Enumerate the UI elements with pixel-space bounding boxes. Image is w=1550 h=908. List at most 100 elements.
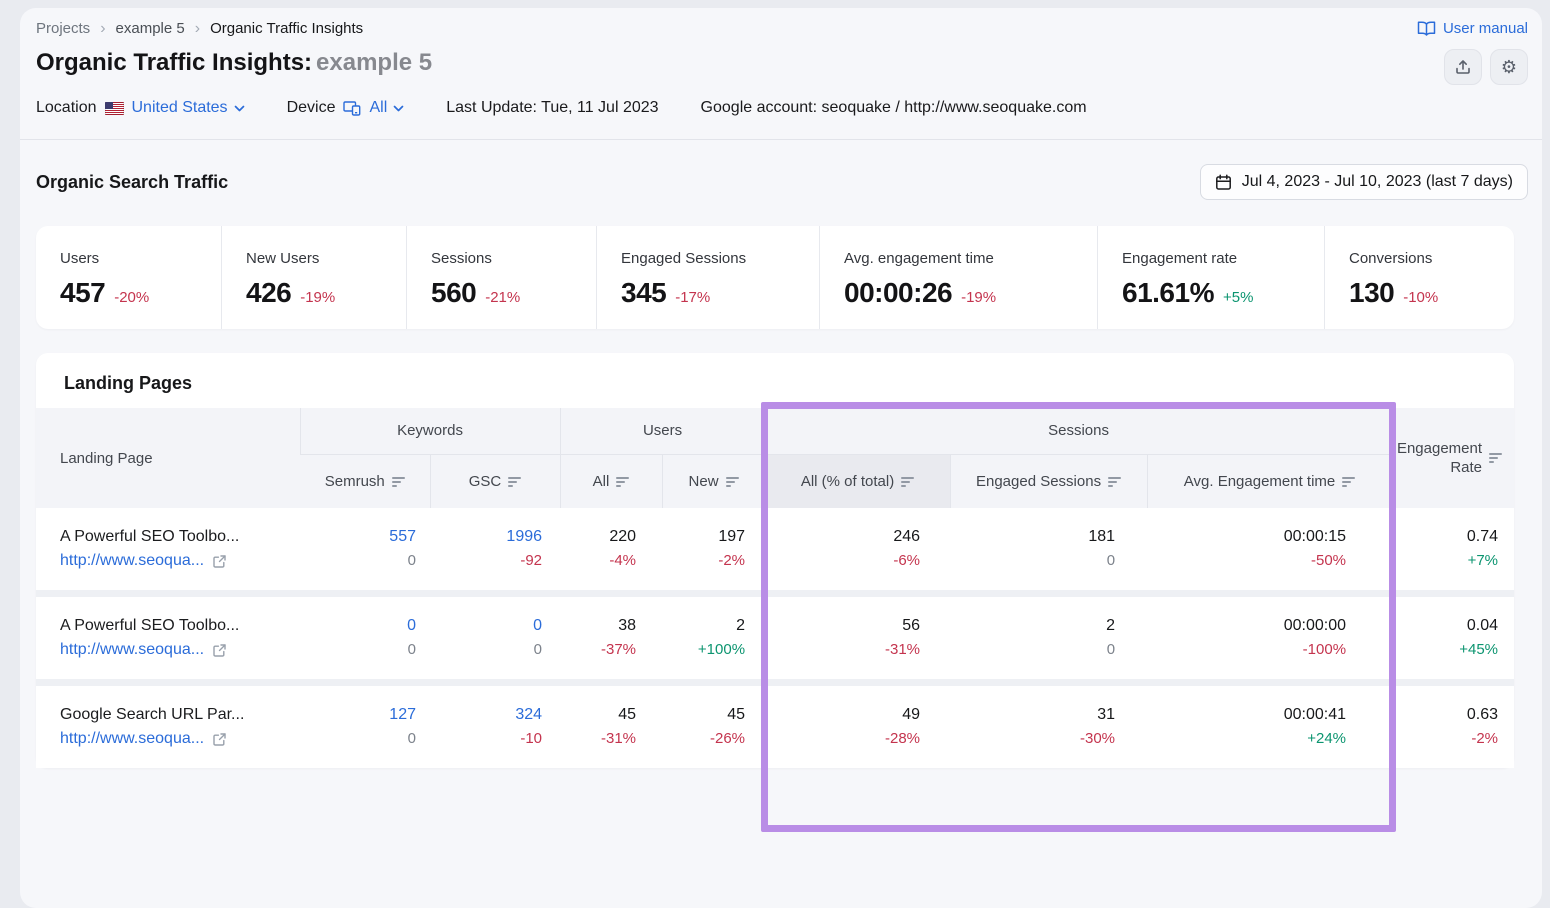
metric-new-users: New Users 426-19% (221, 226, 406, 329)
breadcrumb-separator-icon: › (195, 21, 200, 37)
sort-icon (392, 477, 405, 487)
column-group-keywords: Keywords (300, 408, 560, 454)
external-link-icon[interactable] (213, 555, 226, 568)
cell-users-new: 197-2% (662, 508, 765, 594)
column-header-engaged-sessions[interactable]: Engaged Sessions (950, 454, 1147, 508)
filters-bar: Location United States Device All (36, 99, 1528, 139)
cell-landing-page: Google Search URL Par... http://www.seoq… (36, 683, 300, 769)
location-filter[interactable]: Location United States (36, 99, 245, 117)
landing-page-url-link[interactable]: http://www.seoqua... (60, 549, 204, 573)
location-value: United States (132, 99, 228, 117)
cell-users-new: 45-26% (662, 683, 765, 769)
cell-engaged-sessions: 1810 (950, 508, 1147, 594)
column-header-avg-engagement-time[interactable]: Avg. Engagement time (1147, 454, 1392, 508)
user-manual-label: User manual (1443, 20, 1528, 37)
metric-value: 61.61% (1122, 277, 1214, 309)
metric-delta: +5% (1223, 289, 1253, 306)
metric-delta: -10% (1403, 289, 1438, 306)
metric-engaged-sessions: Engaged Sessions 345-17% (596, 226, 819, 329)
cell-avg-engagement-time: 00:00:15-50% (1147, 508, 1392, 594)
cell-avg-engagement-time: 00:00:41+24% (1147, 683, 1392, 769)
landing-pages-table: Landing Page Keywords Users Sessions Eng… (36, 408, 1514, 768)
export-icon (1455, 59, 1471, 75)
cell-engaged-sessions: 31-30% (950, 683, 1147, 769)
metric-value: 345 (621, 277, 666, 309)
metric-delta: -19% (961, 289, 996, 306)
export-button[interactable] (1444, 49, 1482, 85)
metric-engagement-rate: Engagement rate 61.61%+5% (1097, 226, 1324, 329)
external-link-icon[interactable] (213, 733, 226, 746)
landing-page-title: A Powerful SEO Toolbo... (60, 614, 300, 638)
main-card: Projects › example 5 › Organic Traffic I… (20, 8, 1542, 908)
chevron-down-icon (234, 105, 245, 112)
date-range-label: Jul 4, 2023 - Jul 10, 2023 (last 7 days) (1242, 173, 1513, 191)
column-header-landing-page: Landing Page (36, 408, 300, 508)
cell-landing-page: A Powerful SEO Toolbo... http://www.seoq… (36, 594, 300, 683)
metric-avg-engagement-time: Avg. engagement time 00:00:26-19% (819, 226, 1097, 329)
cell-gsc-keywords: 324-10 (430, 683, 560, 769)
sort-icon (616, 477, 629, 487)
device-filter[interactable]: Device All (287, 99, 405, 117)
page-header: Projects › example 5 › Organic Traffic I… (36, 8, 1528, 139)
book-icon (1417, 21, 1436, 36)
column-header-users-new[interactable]: New (662, 454, 765, 508)
landing-page-title: Google Search URL Par... (60, 703, 300, 727)
metric-value: 130 (1349, 277, 1394, 309)
external-link-icon[interactable] (213, 644, 226, 657)
sort-icon (901, 477, 914, 487)
user-manual-link[interactable]: User manual (1417, 20, 1528, 37)
metrics-card: Users 457-20% New Users 426-19% Sessions… (36, 226, 1514, 329)
landing-page-url-link[interactable]: http://www.seoqua... (60, 727, 204, 751)
landing-page-title: A Powerful SEO Toolbo... (60, 525, 300, 549)
breadcrumb-projects[interactable]: Projects (36, 20, 90, 37)
sort-icon (1108, 477, 1121, 487)
metric-value: 560 (431, 277, 476, 309)
sort-icon (726, 477, 739, 487)
project-name: example 5 (316, 49, 432, 76)
metric-delta: -20% (114, 289, 149, 306)
cell-engagement-rate: 0.74+7% (1392, 508, 1514, 594)
landing-page-url-link[interactable]: http://www.seoqua... (60, 638, 204, 662)
cell-users-all: 45-31% (560, 683, 662, 769)
sort-icon (1489, 453, 1502, 463)
column-header-gsc[interactable]: GSC (430, 454, 560, 508)
breadcrumb-separator-icon: › (100, 21, 105, 37)
cell-sessions-all: 56-31% (765, 594, 950, 683)
cell-sessions-all: 49-28% (765, 683, 950, 769)
column-header-semrush[interactable]: Semrush (300, 454, 430, 508)
page-title: Organic Traffic Insights:example 5 (36, 49, 432, 77)
landing-pages-card: Landing Pages Landing Page Keywords User… (36, 353, 1514, 768)
us-flag-icon (105, 102, 124, 115)
column-header-engagement-rate[interactable]: Engagement Rate (1392, 408, 1514, 508)
breadcrumb-current: Organic Traffic Insights (210, 20, 363, 37)
cell-landing-page: A Powerful SEO Toolbo... http://www.seoq… (36, 508, 300, 594)
chevron-down-icon (393, 105, 404, 112)
cell-gsc-keywords: 1996-92 (430, 508, 560, 594)
cell-avg-engagement-time: 00:00:00-100% (1147, 594, 1392, 683)
location-label: Location (36, 99, 97, 117)
metric-users: Users 457-20% (36, 226, 221, 329)
metric-value: 00:00:26 (844, 277, 952, 309)
column-header-sessions-all[interactable]: All (% of total) (765, 454, 950, 508)
settings-button[interactable]: ⚙ (1490, 49, 1528, 85)
table-row: Google Search URL Par... http://www.seoq… (36, 683, 1514, 769)
cell-sessions-all: 246-6% (765, 508, 950, 594)
metric-sessions: Sessions 560-21% (406, 226, 596, 329)
cell-users-new: 2+100% (662, 594, 765, 683)
metric-delta: -19% (300, 289, 335, 306)
column-header-users-all[interactable]: All (560, 454, 662, 508)
cell-gsc-keywords: 00 (430, 594, 560, 683)
cell-engaged-sessions: 20 (950, 594, 1147, 683)
header-divider (20, 139, 1542, 140)
breadcrumb: Projects › example 5 › Organic Traffic I… (36, 20, 363, 37)
breadcrumb-project[interactable]: example 5 (116, 20, 185, 37)
date-range-button[interactable]: Jul 4, 2023 - Jul 10, 2023 (last 7 days) (1200, 164, 1528, 200)
column-group-users: Users (560, 408, 765, 454)
last-update-text: Last Update: Tue, 11 Jul 2023 (446, 99, 658, 117)
column-group-sessions: Sessions (765, 408, 1392, 454)
table-row: A Powerful SEO Toolbo... http://www.seoq… (36, 508, 1514, 594)
calendar-icon (1215, 174, 1232, 191)
sort-icon (1342, 477, 1355, 487)
device-value: All (369, 99, 387, 117)
landing-pages-title: Landing Pages (36, 353, 1514, 408)
